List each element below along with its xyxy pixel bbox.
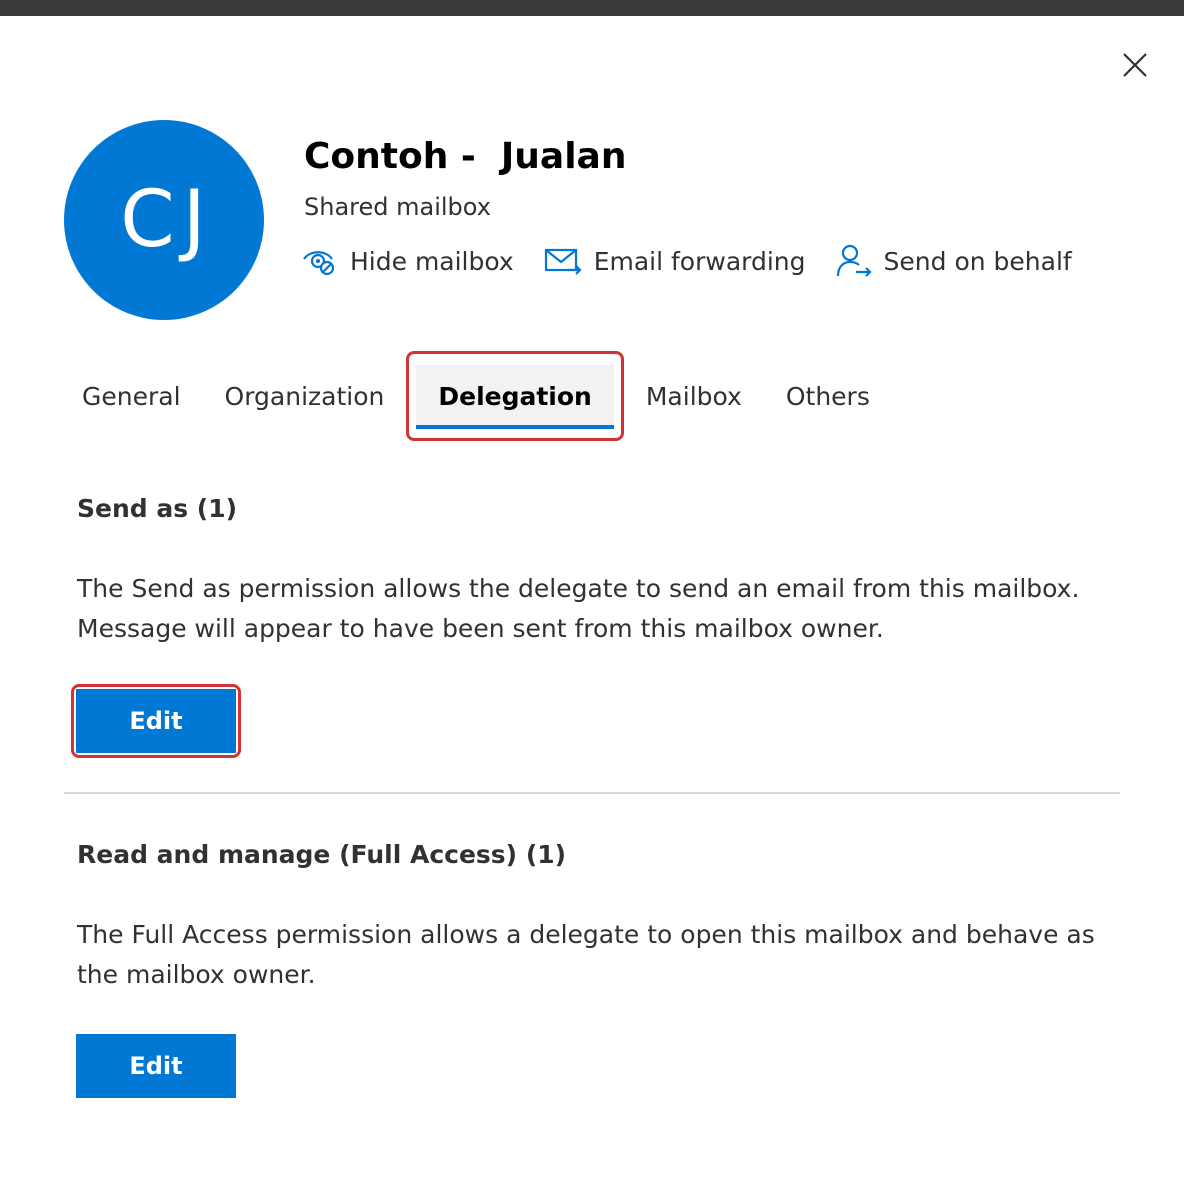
header-actions: Hide mailbox Email forwarding Send on be… [302,244,1072,278]
email-forwarding-button[interactable]: Email forwarding [544,247,806,276]
email-forwarding-label: Email forwarding [593,246,806,276]
section-divider [64,792,1120,794]
envelope-forward-icon [544,248,582,275]
send-as-heading: Send as (1) [77,494,238,523]
send-on-behalf-label: Send on behalf [883,246,1072,276]
avatar: CJ [64,120,264,320]
tab-organization[interactable]: Organization [203,365,407,427]
tab-general[interactable]: General [60,365,203,427]
tab-delegation[interactable]: Delegation [406,351,624,441]
tab-others[interactable]: Others [764,365,892,427]
page-title: Contoh - Jualan [304,136,627,177]
send-as-edit-button[interactable]: Edit [76,689,236,753]
tab-delegation-label: Delegation [438,381,592,411]
close-icon [1123,53,1147,77]
hide-mailbox-label: Hide mailbox [350,246,514,276]
send-on-behalf-button[interactable]: Send on behalf [836,244,1072,278]
full-access-description: The Full Access permission allows a dele… [77,920,1095,989]
close-button[interactable] [1116,46,1154,84]
person-arrow-icon [836,244,872,277]
mailbox-type: Shared mailbox [304,193,491,221]
send-as-description: The Send as permission allows the delega… [77,574,1080,643]
eye-hide-icon [303,251,335,276]
hide-mailbox-button[interactable]: Hide mailbox [302,246,514,276]
window-top-bar [0,0,1184,16]
full-access-edit-button[interactable]: Edit [76,1034,236,1098]
tab-mailbox[interactable]: Mailbox [624,365,764,427]
tab-bar: General Organization Delegation Mailbox … [60,348,892,444]
full-access-heading: Read and manage (Full Access) (1) [77,840,567,869]
avatar-initials: CJ [120,175,214,265]
